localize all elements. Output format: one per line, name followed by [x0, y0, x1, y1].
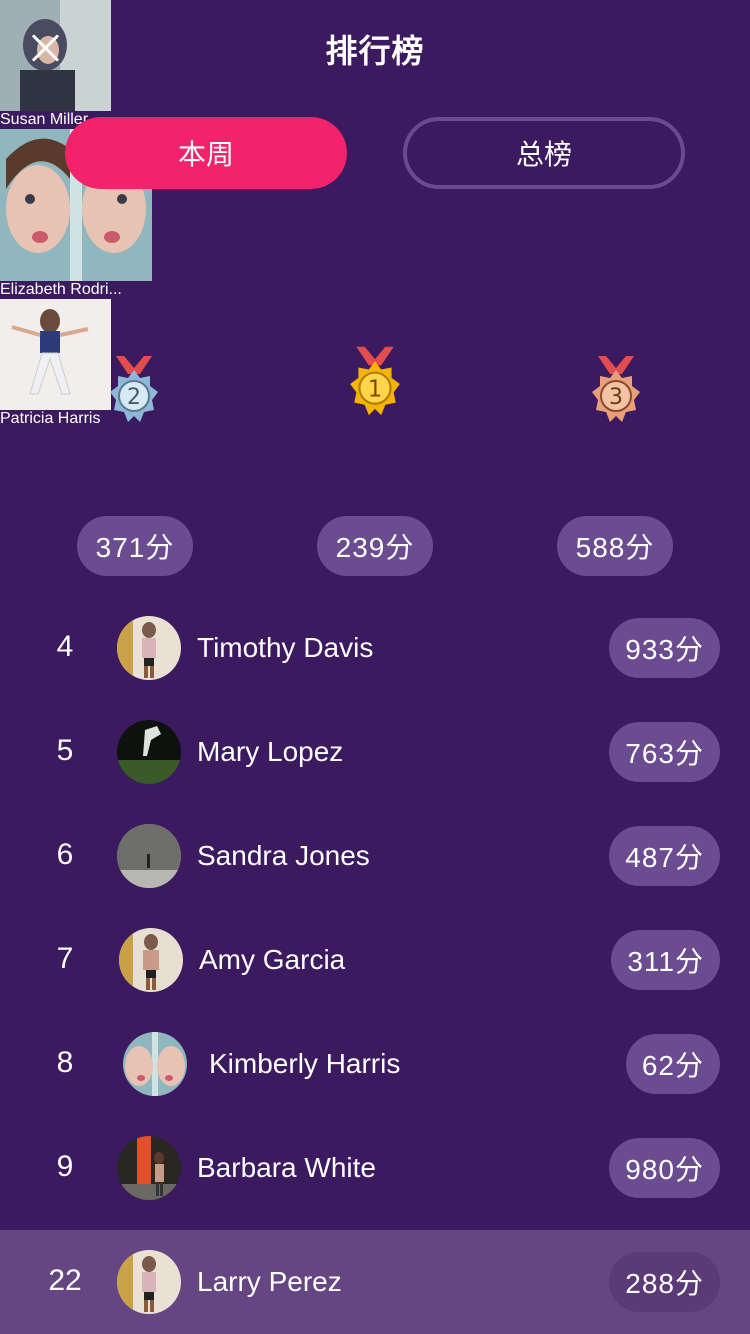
- bronze-medal-icon: 3: [592, 356, 640, 422]
- rank-number: 22: [48, 1264, 82, 1297]
- user-name: Mary Lopez: [197, 736, 344, 767]
- user-name: Barbara White: [197, 1152, 376, 1183]
- avatar: [123, 1032, 187, 1096]
- list-item[interactable]: 6 Sandra Jones 487分: [0, 804, 750, 908]
- header: 排行榜: [0, 0, 750, 96]
- list-item[interactable]: 7 Amy Garcia 311分: [0, 908, 750, 1012]
- score-badge: 933分: [609, 618, 720, 678]
- page-title: 排行榜: [325, 32, 425, 70]
- avatar: [117, 616, 181, 680]
- score-badge: 311分: [611, 930, 720, 990]
- podium-score: 588分: [557, 516, 673, 576]
- podium-score: 371分: [77, 516, 193, 576]
- user-name: Kimberly Harris: [209, 1048, 401, 1079]
- rank-number: 8: [56, 1046, 74, 1079]
- svg-text:2: 2: [127, 385, 141, 410]
- avatar: [119, 928, 183, 992]
- gold-medal-icon: 1: [350, 346, 400, 416]
- score-badge: 763分: [609, 722, 720, 782]
- avatar: [117, 720, 181, 784]
- tab-this-week[interactable]: 本周: [65, 117, 347, 189]
- tab-all-time[interactable]: 总榜: [403, 117, 685, 189]
- my-rank-row[interactable]: 22 Larry Perez 288分: [0, 1230, 750, 1334]
- podium-score: 239分: [317, 516, 433, 576]
- avatar: [117, 1250, 181, 1314]
- leaderboard-page: 排行榜 本周 总榜 2 Susan Miller 371分 1 Elizabet…: [0, 0, 750, 1334]
- score-badge: 980分: [609, 1138, 720, 1198]
- list-item[interactable]: 8 Kimberly Harris 62分: [0, 1012, 750, 1116]
- podium-name: Elizabeth Rodri...: [0, 281, 122, 298]
- silver-medal-icon: 2: [110, 356, 158, 422]
- list-item[interactable]: 4 Timothy Davis 933分: [0, 596, 750, 700]
- rank-number: 9: [56, 1150, 74, 1183]
- svg-text:1: 1: [368, 376, 382, 402]
- list-item[interactable]: 9 Barbara White 980分: [0, 1116, 750, 1220]
- score-badge: 62分: [625, 1034, 720, 1094]
- score-badge: 487分: [609, 826, 720, 886]
- avatar: [117, 824, 181, 888]
- rank-number: 6: [56, 838, 74, 871]
- score-badge: 288分: [609, 1252, 720, 1312]
- avatar: [117, 1136, 181, 1200]
- svg-text:3: 3: [609, 385, 623, 410]
- list-item[interactable]: 5 Mary Lopez 763分: [0, 700, 750, 804]
- user-name: Larry Perez: [197, 1266, 342, 1297]
- user-name: Amy Garcia: [199, 944, 346, 975]
- avatar: [0, 299, 111, 410]
- rank-number: 5: [56, 734, 74, 767]
- user-name: Sandra Jones: [197, 840, 370, 871]
- rank-number: 7: [56, 942, 74, 975]
- user-name: Timothy Davis: [197, 632, 374, 663]
- rank-number: 4: [56, 630, 74, 663]
